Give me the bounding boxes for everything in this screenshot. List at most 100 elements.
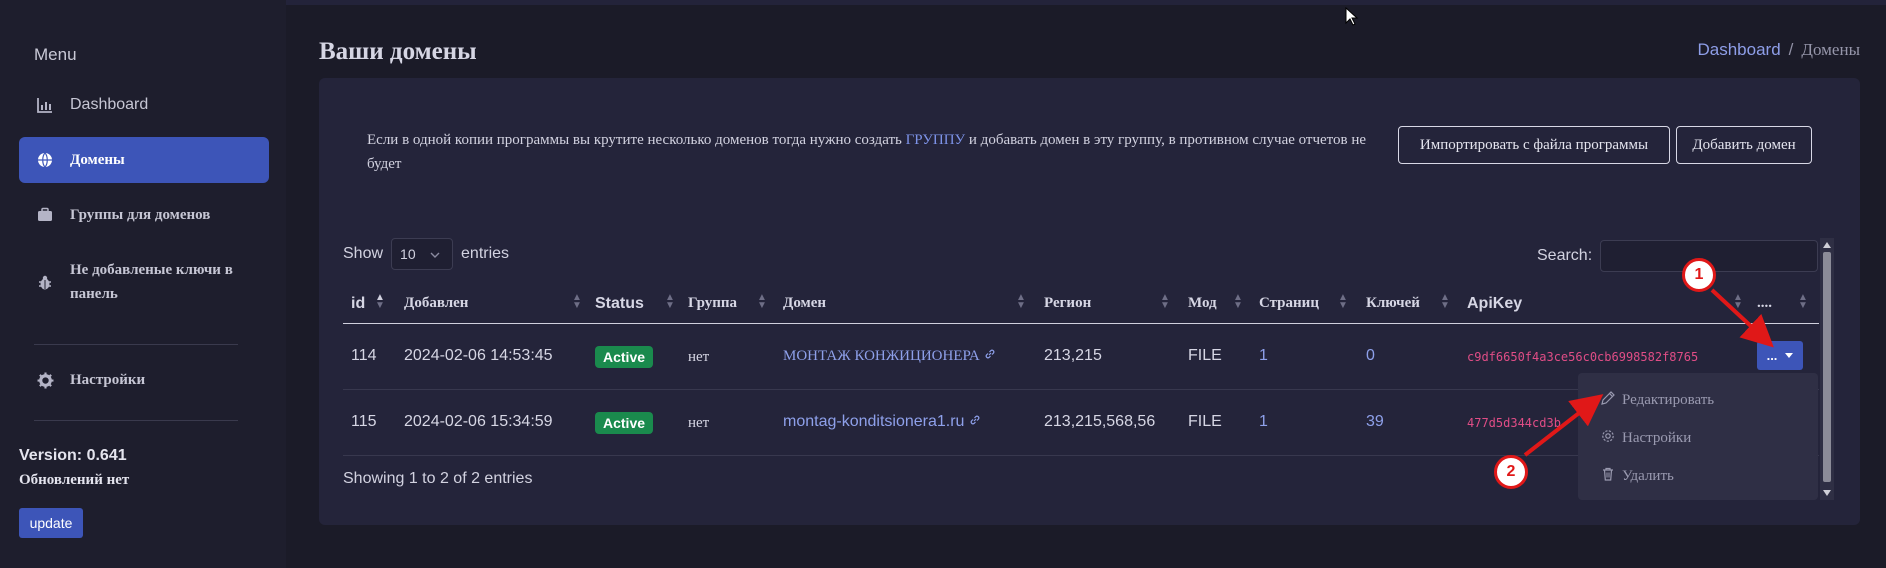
menu-item-edit[interactable]: Редактировать xyxy=(1600,390,1714,411)
cell-added: 2024-02-06 15:34:59 xyxy=(404,413,553,430)
menu-title: Menu xyxy=(34,45,77,64)
version-label: Version: 0.641 xyxy=(19,447,127,464)
column-header-pages[interactable]: Страниц xyxy=(1259,295,1319,312)
add-domain-button[interactable]: Добавить домен xyxy=(1676,126,1812,164)
table-info: Showing 1 to 2 of 2 entries xyxy=(343,470,533,487)
sort-icon: ▲ ▼ xyxy=(1016,292,1026,311)
sidebar-item-settings[interactable]: Настройки xyxy=(19,357,269,403)
cell-region: 213,215 xyxy=(1044,347,1102,364)
menu-item-label: Настройки xyxy=(1622,430,1692,446)
column-header-actions: .... xyxy=(1757,295,1772,311)
cell-id: 115 xyxy=(351,413,377,430)
cell-keys-link[interactable]: 39 xyxy=(1366,413,1384,431)
breadcrumb-dashboard-link[interactable]: Dashboard xyxy=(1697,40,1780,60)
sidebar-divider xyxy=(34,420,238,421)
sort-icon: ▲ ▼ xyxy=(1440,292,1450,311)
sidebar-item-label: Настройки xyxy=(70,371,146,388)
sort-icon: ▲ ▼ xyxy=(572,292,582,311)
breadcrumb-separator: / xyxy=(1788,40,1794,59)
group-notice: Если в одной копии программы вы крутите … xyxy=(367,128,1367,176)
status-badge: Active xyxy=(595,412,654,434)
column-header-keys[interactable]: Ключей xyxy=(1366,295,1420,312)
cell-keys-link[interactable]: 0 xyxy=(1366,347,1375,365)
bug-icon xyxy=(34,272,56,294)
sort-icon: ▲ ▼ xyxy=(757,292,767,311)
cell-domain-link[interactable]: МОНТАЖ КОНЖИЦИОНЕРА xyxy=(783,348,996,365)
notice-text: Если в одной копии программы вы крутите … xyxy=(367,132,902,148)
top-bar xyxy=(286,0,1886,5)
table-header-divider xyxy=(343,323,1819,324)
cell-domain-link[interactable]: montag-konditsionera1.ru xyxy=(783,413,981,431)
column-header-mod[interactable]: Мод xyxy=(1188,295,1217,312)
status-badge: Active xyxy=(595,346,654,368)
column-header-id[interactable]: id xyxy=(351,295,365,313)
cell-group: нет xyxy=(688,415,710,431)
search-control: Search: xyxy=(1537,240,1819,272)
column-header-apikey[interactable]: ApiKey xyxy=(1467,295,1522,313)
column-header-status[interactable]: Status xyxy=(595,295,644,313)
cell-id: 114 xyxy=(351,347,377,364)
scroll-up-arrow[interactable] xyxy=(1823,242,1831,248)
cell-group: нет xyxy=(688,349,710,365)
chevron-down-icon xyxy=(430,246,440,262)
row-actions-dropdown: Редактировать Настройки Удалить xyxy=(1578,373,1818,500)
column-header-group[interactable]: Группа xyxy=(688,295,737,312)
page-size-value: 10 xyxy=(400,246,416,262)
table-scrollbar[interactable] xyxy=(1820,238,1834,500)
page-title: Ваши домены xyxy=(319,38,477,65)
annotation-marker-2: 2 xyxy=(1494,455,1528,489)
cell-pages-link[interactable]: 1 xyxy=(1259,413,1268,431)
show-label: Show xyxy=(343,245,384,262)
sidebar-item-dashboard[interactable]: Dashboard xyxy=(19,82,269,128)
entries-label: entries xyxy=(461,245,510,262)
sidebar-item-label: Группы для доменов xyxy=(70,206,211,223)
cell-added: 2024-02-06 14:53:45 xyxy=(404,347,553,364)
cell-mod: FILE xyxy=(1188,347,1222,364)
column-header-domain[interactable]: Домен xyxy=(783,295,826,312)
sidebar-divider xyxy=(34,344,238,345)
sort-icon: ▲ ▼ xyxy=(1160,292,1170,311)
sidebar-item-label: Не добавленые ключи в панель xyxy=(70,262,233,302)
cell-apikey: c9df6650f4a3ce56c0cb6998582f8765 xyxy=(1467,350,1699,364)
column-header-added[interactable]: Добавлен xyxy=(404,295,468,312)
more-label: ... xyxy=(1766,348,1778,363)
sort-icon: ▲ ▼ xyxy=(1233,292,1243,311)
link-icon xyxy=(969,413,981,430)
update-button[interactable]: update xyxy=(19,508,83,538)
updates-status: Обновлений нет xyxy=(19,472,130,488)
domain-label: montag-konditsionera1.ru xyxy=(783,413,965,430)
chart-icon xyxy=(34,94,56,116)
pencil-icon xyxy=(1600,390,1616,411)
sort-asc-icon: ▲ ▼ xyxy=(375,292,385,311)
cell-region: 213,215,568,56 xyxy=(1044,413,1156,430)
import-from-file-button[interactable]: Импортировать с файла программы xyxy=(1398,126,1670,164)
menu-item-delete[interactable]: Удалить xyxy=(1600,466,1674,487)
search-label: Search: xyxy=(1537,247,1593,264)
cell-mod: FILE xyxy=(1188,413,1222,430)
link-icon xyxy=(984,348,996,364)
gear-icon xyxy=(1600,428,1616,449)
sort-icon: ▲ ▼ xyxy=(1798,292,1808,311)
page-size-control: Show 10 entries xyxy=(343,238,509,270)
cell-pages-link[interactable]: 1 xyxy=(1259,347,1268,365)
menu-item-settings[interactable]: Настройки xyxy=(1600,428,1691,449)
sort-icon: ▲ ▼ xyxy=(1338,292,1348,311)
page-size-select[interactable]: 10 xyxy=(391,238,454,270)
gear-icon xyxy=(34,369,56,391)
annotation-marker-1: 1 xyxy=(1682,258,1716,292)
sidebar: Menu Dashboard Домены Группы для доменов… xyxy=(0,0,286,568)
scrollbar-thumb[interactable] xyxy=(1823,252,1831,482)
sidebar-item-label: Домены xyxy=(70,151,125,168)
cell-apikey: 477d5d344cd3b xyxy=(1467,416,1561,430)
sidebar-item-domains[interactable]: Домены xyxy=(19,137,269,183)
sidebar-item-missing-keys[interactable]: Не добавленые ключи в панель xyxy=(19,252,269,310)
caret-down-icon xyxy=(1785,353,1794,358)
notice-group-link[interactable]: ГРУППУ xyxy=(906,132,966,148)
scroll-down-arrow[interactable] xyxy=(1823,490,1831,496)
domain-label: МОНТАЖ КОНЖИЦИОНЕРА xyxy=(783,348,980,364)
sidebar-item-domain-groups[interactable]: Группы для доменов xyxy=(19,192,269,238)
sidebar-item-label: Dashboard xyxy=(70,96,149,113)
trash-icon xyxy=(1600,466,1616,487)
column-header-region[interactable]: Регион xyxy=(1044,295,1091,312)
row-actions-button[interactable]: ... xyxy=(1757,341,1803,370)
